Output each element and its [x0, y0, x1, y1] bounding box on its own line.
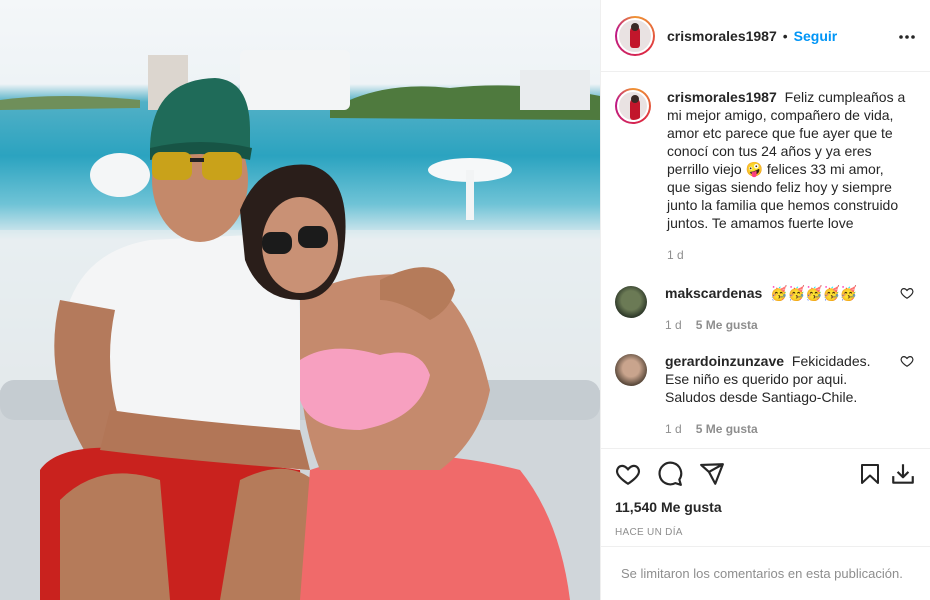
share-icon[interactable]: [699, 461, 725, 487]
caption-avatar[interactable]: [615, 88, 651, 124]
comments-list: crismorales1987 Feliz cumpleaños a mi me…: [601, 72, 930, 448]
photo-illustration: [0, 50, 600, 600]
header-separator: •: [782, 27, 788, 44]
comment-username[interactable]: gerardoinzunzave: [665, 353, 784, 369]
post-actions: 11,540 Me gusta HACE UN DÍA: [601, 448, 930, 546]
caption-age[interactable]: 1 d: [667, 246, 684, 264]
post-photo[interactable]: [0, 0, 600, 600]
caption-username[interactable]: crismorales1987: [667, 89, 777, 105]
comment-item: makscardenas 🥳🥳🥳🥳🥳 1 d 5 Me gusta: [615, 284, 916, 334]
post-time[interactable]: HACE UN DÍA: [615, 527, 916, 538]
more-options-icon[interactable]: [898, 27, 916, 45]
caption: crismorales1987 Feliz cumpleaños a mi me…: [615, 88, 916, 264]
comment-age[interactable]: 1 d: [665, 316, 682, 334]
post-dialog: crismorales1987 • Seguir crismorales1987…: [0, 0, 930, 600]
comment-likes[interactable]: 5 Me gusta: [696, 316, 758, 334]
comment-like-heart-icon[interactable]: [900, 354, 914, 368]
comment-like-heart-icon[interactable]: [900, 286, 914, 300]
comment-text: 🥳🥳🥳🥳🥳: [770, 285, 858, 301]
comment-age[interactable]: 1 d: [665, 420, 682, 438]
download-icon[interactable]: [890, 461, 916, 487]
author-username[interactable]: crismorales1987: [667, 28, 777, 44]
follow-button[interactable]: Seguir: [794, 28, 838, 44]
likes-count[interactable]: 11,540 Me gusta: [615, 499, 916, 515]
author-avatar[interactable]: [615, 15, 655, 56]
bookmark-icon[interactable]: [858, 461, 882, 487]
commenter-avatar[interactable]: [615, 354, 647, 386]
post-side-panel: crismorales1987 • Seguir crismorales1987…: [600, 0, 930, 600]
comment-icon[interactable]: [657, 461, 683, 487]
comment-username[interactable]: makscardenas: [665, 285, 762, 301]
comment-likes[interactable]: 5 Me gusta: [696, 420, 758, 438]
heart-icon[interactable]: [615, 461, 641, 487]
commenter-avatar[interactable]: [615, 286, 647, 318]
comment-item: gerardoinzunzave Fekicidades. Ese niño e…: [615, 352, 916, 438]
caption-text: Feliz cumpleaños a mi mejor amigo, compa…: [667, 89, 906, 231]
comments-limited-notice: Se limitaron los comentarios en esta pub…: [601, 546, 930, 600]
post-header: crismorales1987 • Seguir: [601, 0, 930, 72]
